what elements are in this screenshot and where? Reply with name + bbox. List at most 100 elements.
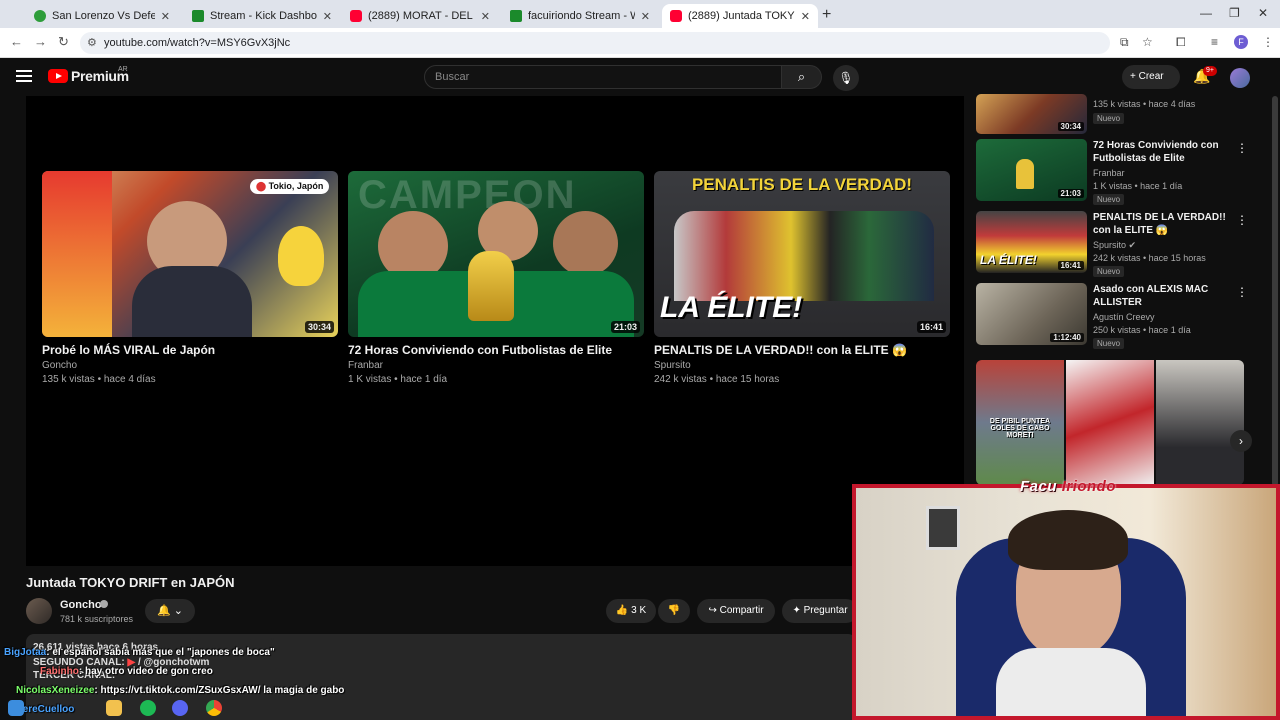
short-caption: DE PIBIL PUNTEA GOLES DE GABO MORETI (989, 418, 1051, 439)
endscreen-video-card[interactable]: PENALTIS DE LA VERDAD! LA ÉLITE! 16:41 P… (654, 171, 950, 385)
chat-message: Fabinho: hay otro video de gon creo (40, 666, 213, 677)
sidebar-video-item[interactable]: 30:34 135 k vistas • hace 4 días Nuevo (976, 72, 1246, 134)
sidebar-video-title[interactable]: 72 Horas Conviviendo con Futbolistas de … (1093, 139, 1228, 165)
sidebar-channel-name[interactable]: Franbar (1093, 168, 1125, 178)
menu-icon[interactable] (16, 70, 32, 82)
close-tab-icon[interactable]: ✕ (641, 10, 650, 23)
share-button[interactable]: ↪ Compartir (697, 599, 775, 623)
endscreen-channel-name[interactable]: Franbar (348, 360, 644, 371)
streamer-shirt (996, 648, 1146, 716)
chat-username: PereCuelloo (16, 704, 75, 715)
sidebar-channel-name[interactable]: Agustín Creevy (1093, 312, 1155, 322)
close-tab-icon[interactable]: ✕ (161, 10, 170, 23)
sidebar-video-meta: 1 K vistas • hace 1 día (1093, 181, 1183, 191)
endscreen-thumbnail[interactable]: CAMPEON 21:03 (348, 171, 644, 337)
close-tab-icon[interactable]: ✕ (481, 10, 490, 23)
back-icon[interactable]: ← (10, 34, 23, 49)
bell-icon: 🔔 (157, 605, 171, 617)
endscreen-video-card[interactable]: CAMPEON 21:03 72 Horas Conviviendo con F… (348, 171, 644, 385)
menu-dots-icon[interactable]: ⋮ (1262, 35, 1274, 49)
sidebar-video-item[interactable]: LA ÉLITE! 16:41 PENALTIS DE LA VERDAD!! … (976, 211, 1248, 277)
endscreen-thumbnail[interactable]: ⬤ Tokio, Japón 30:34 (42, 171, 338, 337)
video-player[interactable]: ⬤ Tokio, Japón 30:34 Probé lo MÁS VIRAL … (26, 96, 964, 566)
tab-title: Stream - Kick Dashboard (210, 10, 317, 22)
streamer-last-name: Iriondo (1061, 478, 1117, 495)
sidebar-thumbnail[interactable]: 21:03 (976, 139, 1087, 201)
windows-start-icon[interactable] (8, 700, 24, 716)
file-explorer-icon[interactable] (106, 700, 122, 716)
endscreen-thumbnail[interactable]: PENALTIS DE LA VERDAD! LA ÉLITE! 16:41 (654, 171, 950, 337)
chat-message: NicolasXeneizee: https://vt.tiktok.com/Z… (16, 685, 344, 696)
browser-tab[interactable]: San Lorenzo Vs Defensa y Justic ✕ (26, 4, 178, 28)
thumb-sign-decoration (42, 171, 112, 337)
search-input[interactable]: Buscar (424, 65, 782, 89)
extensions-icon[interactable]: ⧠ (1176, 35, 1186, 50)
endscreen-video-title[interactable]: 72 Horas Conviviendo con Futbolistas de … (348, 343, 644, 357)
browser-profile-avatar[interactable]: F (1234, 35, 1248, 49)
shorts-shelf[interactable]: DE PIBIL PUNTEA GOLES DE GABO MORETI (976, 360, 1244, 485)
reading-list-icon[interactable]: ≡ (1211, 35, 1218, 49)
more-options-icon[interactable]: ⋮ (1236, 141, 1248, 155)
chrome-icon[interactable] (206, 700, 222, 716)
search-icon: ⌕ (797, 69, 806, 84)
discord-icon[interactable] (172, 700, 188, 716)
minimize-icon[interactable]: — (1200, 6, 1212, 20)
browser-tab-active[interactable]: (2889) Juntada TOKYO DRIFT e ✕ (662, 4, 818, 28)
dislike-button[interactable]: 👎 (658, 599, 690, 623)
sidebar-thumbnail[interactable]: 1:12:40 (976, 283, 1087, 345)
spotify-icon[interactable] (140, 700, 156, 716)
endscreen-video-card[interactable]: ⬤ Tokio, Japón 30:34 Probé lo MÁS VIRAL … (42, 171, 338, 385)
short-thumbnail[interactable]: DE PIBIL PUNTEA GOLES DE GABO MORETI (976, 360, 1064, 485)
sidebar-video-item[interactable]: 1:12:40 Asado con ALEXIS MAC ALLISTER Ag… (976, 283, 1248, 349)
sidebar-thumbnail[interactable]: 30:34 (976, 94, 1087, 134)
thumbs-down-icon: 👎 (667, 605, 681, 616)
short-thumbnail[interactable] (1156, 360, 1244, 485)
url-field[interactable]: ⚙ youtube.com/watch?v=MSY6GvX3jNc (80, 32, 1110, 54)
address-bar-row: ← → ↻ ⚙ youtube.com/watch?v=MSY6GvX3jNc … (0, 28, 1280, 58)
forward-icon[interactable]: → (34, 34, 47, 49)
chevron-down-icon: ⌄ (173, 605, 183, 617)
close-tab-icon[interactable]: ✕ (801, 10, 810, 23)
install-app-icon[interactable]: ⧉ (1120, 35, 1129, 50)
browser-tab[interactable]: (2889) MORAT - DEL ESTADIO A ✕ (342, 4, 498, 28)
subscriber-count: 781 k suscriptores (60, 614, 134, 624)
endscreen-video-title[interactable]: PENALTIS DE LA VERDAD!! con la ELITE 😱 (654, 343, 950, 357)
sidebar-thumbnail[interactable]: LA ÉLITE! 16:41 (976, 211, 1087, 273)
endscreen-video-meta: 242 k vistas • hace 15 horas (654, 374, 780, 385)
new-tab-icon[interactable]: + (822, 6, 831, 24)
browser-tab[interactable]: Stream - Kick Dashboard ✕ (184, 4, 340, 28)
video-duration: 21:03 (1057, 189, 1084, 198)
channel-avatar[interactable] (26, 598, 52, 624)
reload-icon[interactable]: ↻ (58, 34, 69, 50)
thumb-subheadline: LA ÉLITE! (660, 291, 803, 324)
sidebar-video-meta: 242 k vistas • hace 15 horas (1093, 253, 1206, 263)
youtube-premium-logo[interactable]: Premium AR (48, 66, 129, 84)
more-options-icon[interactable]: ⋮ (1236, 213, 1248, 227)
close-window-icon[interactable]: ✕ (1258, 6, 1268, 20)
browser-tab[interactable]: facuiriondo Stream - Watch Liv ✕ (502, 4, 658, 28)
voice-search-button[interactable]: 🎙 (833, 65, 859, 91)
shorts-next-button[interactable]: › (1230, 430, 1252, 452)
endscreen-channel-name[interactable]: Spursito (654, 360, 950, 371)
subscribed-bell-button[interactable]: 🔔 ⌄ (145, 599, 195, 623)
thumb-headline: PENALTIS DE LA VERDAD! (691, 175, 913, 194)
endscreen-video-title[interactable]: Probé lo MÁS VIRAL de Japón (42, 343, 338, 357)
country-code: AR (118, 66, 128, 73)
sidebar-channel-name[interactable]: Spursito ✔ (1093, 240, 1136, 251)
like-button[interactable]: 👍 3 K (606, 599, 656, 623)
sidebar-video-item[interactable]: 21:03 72 Horas Conviviendo con Futbolist… (976, 139, 1248, 205)
sidebar-video-title[interactable]: PENALTIS DE LA VERDAD!! con la ELITE 😱 (1093, 211, 1228, 237)
site-info-icon[interactable]: ⚙ (87, 32, 97, 54)
bookmark-star-icon[interactable]: ☆ (1142, 35, 1153, 49)
short-thumbnail[interactable] (1066, 360, 1154, 485)
page-scrollbar[interactable] (1272, 96, 1278, 486)
maximize-icon[interactable]: ❐ (1229, 6, 1240, 20)
close-tab-icon[interactable]: ✕ (323, 10, 332, 23)
ask-button[interactable]: ✦ Preguntar (782, 599, 858, 623)
sidebar-video-title[interactable]: Asado con ALEXIS MAC ALLISTER (1093, 283, 1228, 309)
channel-name[interactable]: Goncho (60, 599, 102, 611)
search-button[interactable]: ⌕ (782, 65, 822, 89)
more-options-icon[interactable]: ⋮ (1236, 285, 1248, 299)
youtube-play-icon (48, 69, 68, 83)
endscreen-channel-name[interactable]: Goncho (42, 360, 338, 371)
